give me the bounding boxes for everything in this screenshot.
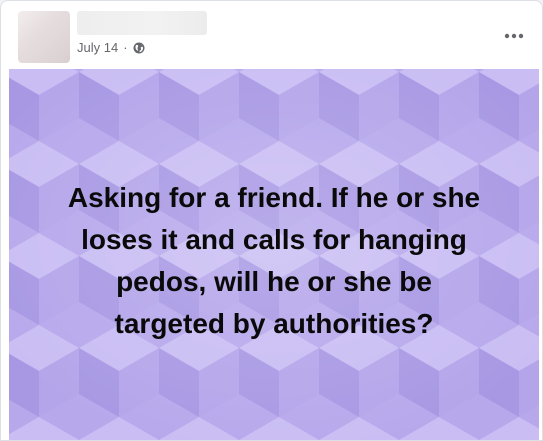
author-name-redacted[interactable] [77,11,207,35]
post-date[interactable]: July 14 [77,40,118,55]
more-options-icon[interactable] [496,25,532,47]
post-image[interactable]: Asking for a friend. If he or she loses … [9,69,539,440]
post-card: July 14 · Asking for a friend. If he or … [0,0,543,441]
post-image-text: Asking for a friend. If he or she loses … [9,177,539,345]
avatar[interactable] [18,11,70,63]
meta-separator: · [123,40,128,55]
globe-icon[interactable] [133,42,145,54]
image-text-line: loses it and calls for hanging [81,224,467,255]
image-text-line: Asking for a friend. If he or she [67,182,481,213]
image-text-line: targeted by authorities? [114,308,434,339]
post-meta: July 14 · [77,40,145,55]
image-text-line: pedos, will he or she be [116,266,432,297]
